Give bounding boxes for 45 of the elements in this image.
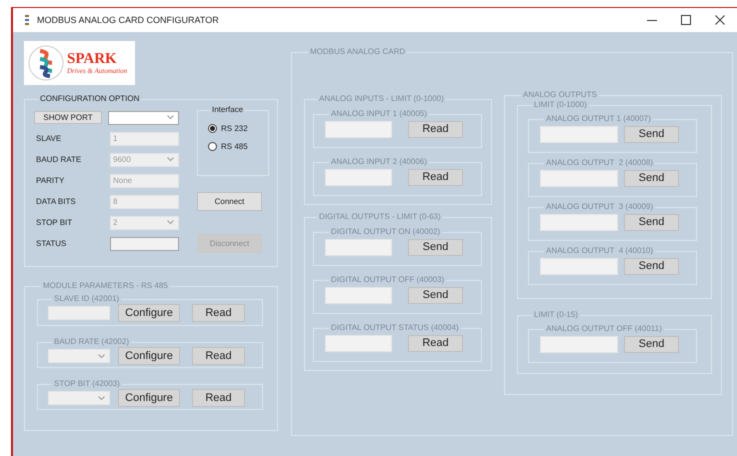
chevron-down-icon: [167, 220, 174, 225]
group-title: ANALOG INPUT 1 (40005): [330, 109, 428, 119]
connect-button[interactable]: Connect: [197, 192, 262, 211]
group-title: STOP BIT (42003): [53, 379, 121, 389]
chevron-down-icon: [167, 157, 174, 162]
group-title: DIGITAL OUTPUT STATUS (40004): [330, 323, 460, 333]
field-label: STATUS: [36, 239, 66, 248]
group-title: ANALOG OUTPUT 4 (40010): [545, 246, 654, 256]
group-title: ANALOG OUTPUT 3 (40009): [545, 202, 654, 212]
group-title: DIGITAL OUTPUT ON (40002): [330, 227, 442, 237]
group-title: DIGITAL OUTPUTS - LIMIT (0-63): [318, 212, 442, 222]
group-title: ANALOG OUTPUT OFF (40011): [545, 324, 663, 334]
maximize-icon: [681, 15, 691, 25]
group-title: ANALOG OUTPUTS: [522, 90, 598, 100]
field-label: SLAVE: [36, 134, 62, 143]
radio-option[interactable]: RS 232: [208, 119, 268, 137]
group-title: ANALOG OUTPUT 2 (40008): [545, 158, 654, 168]
group-title: ANALOG OUTPUT 1 (40007): [545, 114, 652, 124]
chevron-down-icon: [167, 115, 174, 120]
group-title: CONFIGURATION OPTION: [39, 94, 140, 104]
chevron-down-icon: [98, 354, 105, 358]
close-icon: [715, 15, 725, 25]
group-title: MODBUS ANALOG CARD: [309, 47, 406, 57]
group-title: DIGITAL OUTPUT OFF (40003): [330, 275, 446, 285]
group-title: BAUD RATE (42002): [53, 337, 130, 347]
group-title: MODULE PARAMETERS - RS 485: [42, 281, 169, 291]
group-title: ANALOG INPUTS - LIMIT (0-1000): [318, 94, 445, 104]
field-label: STOP BIT: [36, 218, 72, 227]
group-title: SLAVE ID (42001): [53, 294, 120, 304]
field-label: DATA BITS: [36, 197, 76, 206]
field-label: BAUD RATE: [36, 155, 82, 164]
logo-name: SPARK: [67, 51, 118, 67]
field-label: PARITY: [36, 176, 64, 185]
input-field[interactable]: [110, 236, 179, 250]
radio-option[interactable]: RS 485: [208, 137, 268, 155]
app-icon: [24, 15, 30, 25]
group-title: LIMIT (0-1000): [533, 100, 588, 110]
show-port-button[interactable]: SHOW PORT: [34, 111, 102, 124]
group-title: LIMIT (0-15): [533, 310, 579, 320]
group-title: Interface: [211, 105, 244, 115]
group-title: ANALOG INPUT 2 (40006): [330, 157, 428, 167]
logo-icon: [28, 45, 64, 81]
chevron-down-icon: [98, 396, 105, 400]
dropdown[interactable]: [108, 110, 179, 124]
window-title: MODBUS ANALOG CARD CONFIGURATOR: [37, 15, 219, 25]
